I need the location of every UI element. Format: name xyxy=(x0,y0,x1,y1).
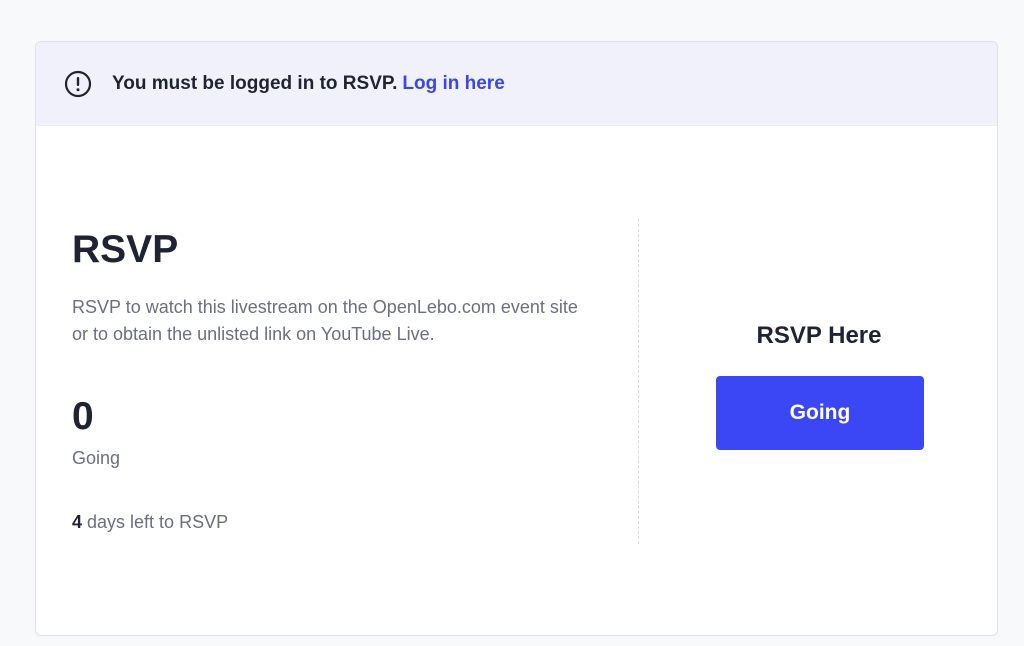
rsvp-here-heading: RSVP Here xyxy=(756,322,882,349)
login-notice-banner: You must be logged in to RSVP. Log in he… xyxy=(36,42,997,126)
days-left-text: 4 days left to RSVP xyxy=(72,512,612,533)
rsvp-body: RSVP RSVP to watch this livestream on th… xyxy=(36,126,997,635)
going-count-label: Going xyxy=(72,448,121,468)
login-link[interactable]: Log in here xyxy=(402,73,504,95)
rsvp-action-panel: RSVP Here Going xyxy=(639,126,997,635)
rsvp-title: RSVP xyxy=(72,228,179,271)
rsvp-info: RSVP RSVP to watch this livestream on th… xyxy=(72,228,612,533)
going-count: 0 xyxy=(72,395,94,438)
login-notice-message: You must be logged in to RSVP. xyxy=(112,72,398,94)
going-button[interactable]: Going xyxy=(716,376,924,450)
exclamation-circle-icon xyxy=(64,70,92,98)
days-left-suffix: days left to RSVP xyxy=(82,512,229,532)
rsvp-description: RSVP to watch this livestream on the Ope… xyxy=(72,297,578,344)
rsvp-card: You must be logged in to RSVP. Log in he… xyxy=(35,41,998,636)
days-left-number: 4 xyxy=(72,512,83,532)
